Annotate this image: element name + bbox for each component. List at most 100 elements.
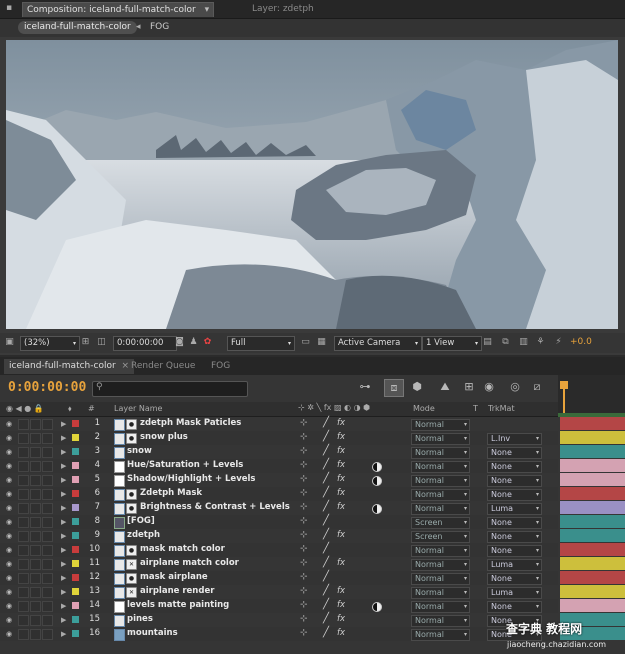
- layer-duration-bar[interactable]: [560, 417, 625, 430]
- lock-toggle[interactable]: [42, 433, 53, 444]
- blend-mode-dropdown[interactable]: Normal ▾: [411, 573, 470, 585]
- tab-timeline-comp[interactable]: iceland-full-match-color ×: [4, 359, 135, 374]
- lock-toggle[interactable]: [42, 601, 53, 612]
- lock-toggle[interactable]: [42, 545, 53, 556]
- shy-switch-icon[interactable]: ⊹: [300, 460, 308, 470]
- blend-mode-dropdown[interactable]: Screen ▾: [411, 531, 470, 543]
- column-layer-name[interactable]: Layer Name: [114, 404, 162, 413]
- label-color-swatch[interactable]: [72, 616, 79, 623]
- layer-name[interactable]: Shadow/Highlight + Levels: [127, 474, 255, 484]
- blend-mode-dropdown[interactable]: Normal ▾: [411, 433, 470, 445]
- blend-mode-dropdown[interactable]: Normal ▾: [411, 475, 470, 487]
- effects-switch-icon[interactable]: fx: [337, 474, 345, 484]
- layer-name[interactable]: Zdetph Mask: [140, 488, 202, 498]
- visibility-eye-icon[interactable]: ◉: [6, 476, 15, 484]
- shy-switch-icon[interactable]: ⊹: [300, 586, 308, 596]
- transparency-grid-icon[interactable]: ▦: [316, 337, 327, 348]
- layer-row[interactable]: ◉ ▶ 9 zdetph ⊹ ╱ fx Screen ▾ None ▾: [0, 529, 558, 543]
- audio-toggle[interactable]: [18, 545, 29, 556]
- label-color-swatch[interactable]: [72, 420, 79, 427]
- layer-name[interactable]: mask airplane: [140, 572, 208, 582]
- audio-toggle[interactable]: [18, 489, 29, 500]
- layer-duration-bar[interactable]: [560, 529, 625, 542]
- layer-row[interactable]: ◉ ▶ 15 pines ⊹ ╱ fx Normal ▾ None ▾: [0, 613, 558, 627]
- mask-visibility-icon[interactable]: ◫: [96, 337, 107, 348]
- effects-switch-icon[interactable]: fx: [337, 502, 345, 512]
- layer-duration-bar[interactable]: [560, 445, 625, 458]
- audio-toggle[interactable]: [18, 419, 29, 430]
- blend-mode-dropdown[interactable]: Normal ▾: [411, 419, 470, 431]
- quality-switch-icon[interactable]: ╱: [323, 487, 329, 498]
- solo-toggle[interactable]: [30, 587, 41, 598]
- quality-switch-icon[interactable]: ╱: [323, 599, 329, 610]
- layer-row[interactable]: ◉ ▶ 10 ● mask match color ⊹ ╱ Normal ▾ None ▾: [0, 543, 558, 557]
- lock-toggle[interactable]: [42, 503, 53, 514]
- track-matte-dropdown[interactable]: None ▾: [487, 475, 542, 487]
- visibility-eye-icon[interactable]: ◉: [6, 546, 15, 554]
- audio-toggle[interactable]: [18, 587, 29, 598]
- expand-arrow-icon[interactable]: ▶: [61, 574, 66, 582]
- expand-arrow-icon[interactable]: ▶: [61, 532, 66, 540]
- layer-row[interactable]: ◉ ▶ 16 mountains ⊹ ╱ fx Normal ▾ None ▾: [0, 627, 558, 641]
- audio-toggle[interactable]: [18, 433, 29, 444]
- visibility-eye-icon[interactable]: ◉: [6, 518, 15, 526]
- layer-row[interactable]: ◉ ▶ 14 levels matte painting ⊹ ╱ fx Normal ▾ None…: [0, 599, 558, 613]
- visibility-eye-icon[interactable]: ◉: [6, 532, 15, 540]
- layer-duration-bar[interactable]: [560, 599, 625, 612]
- visibility-eye-icon[interactable]: ◉: [6, 504, 15, 512]
- breadcrumb-item-comp[interactable]: iceland-full-match-color: [18, 21, 137, 34]
- blend-mode-dropdown[interactable]: Normal ▾: [411, 559, 470, 571]
- lock-toggle[interactable]: [42, 447, 53, 458]
- quality-switch-icon[interactable]: ╱: [323, 431, 329, 442]
- label-color-swatch[interactable]: [72, 588, 79, 595]
- label-color-swatch[interactable]: [72, 574, 79, 581]
- visibility-eye-icon[interactable]: ◉: [6, 616, 15, 624]
- resolution-dropdown[interactable]: Full ▾: [227, 336, 295, 351]
- layer-row[interactable]: ◉ ▶ 8 [FOG] ⊹ ╱ Screen ▾ None ▾: [0, 515, 558, 529]
- adjustment-layer-icon[interactable]: [372, 462, 382, 472]
- timeline-icon[interactable]: ▥: [518, 337, 529, 348]
- hide-shy-layers-icon[interactable]: ⛰: [436, 379, 454, 395]
- visibility-eye-icon[interactable]: ◉: [6, 434, 15, 442]
- shy-switch-icon[interactable]: ⊹: [300, 502, 308, 512]
- lock-toggle[interactable]: [42, 475, 53, 486]
- reset-exposure-icon[interactable]: ⚡: [553, 337, 564, 348]
- layer-row[interactable]: ◉ ▶ 7 ● Brightness & Contrast + Levels ⊹ ╱ fx No…: [0, 501, 558, 515]
- quality-switch-icon[interactable]: ╱: [323, 515, 329, 526]
- blend-mode-dropdown[interactable]: Normal ▾: [411, 489, 470, 501]
- breadcrumb-item-fog[interactable]: FOG: [150, 22, 169, 32]
- blend-mode-dropdown[interactable]: Normal ▾: [411, 447, 470, 459]
- quality-switch-icon[interactable]: ╱: [323, 445, 329, 456]
- track-matte-dropdown[interactable]: None ▾: [487, 461, 542, 473]
- expand-arrow-icon[interactable]: ▶: [61, 518, 66, 526]
- lock-toggle[interactable]: [42, 517, 53, 528]
- live-update-icon[interactable]: ⧈: [384, 379, 404, 397]
- layer-row[interactable]: ◉ ▶ 1 ● zdetph Mask Paticles ⊹ ╱ fx Normal ▾: [0, 417, 558, 431]
- adjustment-layer-icon[interactable]: [372, 602, 382, 612]
- shy-switch-icon[interactable]: ⊹: [300, 488, 308, 498]
- tab-render-queue[interactable]: Render Queue: [126, 359, 200, 374]
- quality-switch-icon[interactable]: ╱: [323, 459, 329, 470]
- adjustment-layer-icon[interactable]: [372, 504, 382, 514]
- frame-blending-icon[interactable]: ⊞: [460, 379, 478, 395]
- solo-toggle[interactable]: [30, 433, 41, 444]
- label-color-swatch[interactable]: [72, 504, 79, 511]
- camera-dropdown[interactable]: Active Camera ▾: [334, 336, 422, 351]
- solo-toggle[interactable]: [30, 531, 41, 542]
- layer-name[interactable]: levels matte painting: [127, 600, 229, 610]
- playhead-icon[interactable]: [560, 381, 568, 389]
- quality-switch-icon[interactable]: ╱: [323, 543, 329, 554]
- label-color-swatch[interactable]: [72, 630, 79, 637]
- shy-switch-icon[interactable]: ⊹: [300, 474, 308, 484]
- track-matte-dropdown[interactable]: None ▾: [487, 517, 542, 529]
- layer-row[interactable]: ◉ ▶ 11 ✕ airplane match color ⊹ ╱ fx Normal ▾ Luma…: [0, 557, 558, 571]
- lock-toggle[interactable]: [42, 461, 53, 472]
- layer-duration-bar[interactable]: [560, 459, 625, 472]
- expand-arrow-icon[interactable]: ▶: [61, 504, 66, 512]
- expand-arrow-icon[interactable]: ▶: [61, 448, 66, 456]
- solo-toggle[interactable]: [30, 461, 41, 472]
- solo-toggle[interactable]: [30, 419, 41, 430]
- snapshot-icon[interactable]: ◙: [174, 337, 185, 348]
- brainstorm-icon[interactable]: ◎: [506, 379, 524, 395]
- lock-toggle[interactable]: [42, 531, 53, 542]
